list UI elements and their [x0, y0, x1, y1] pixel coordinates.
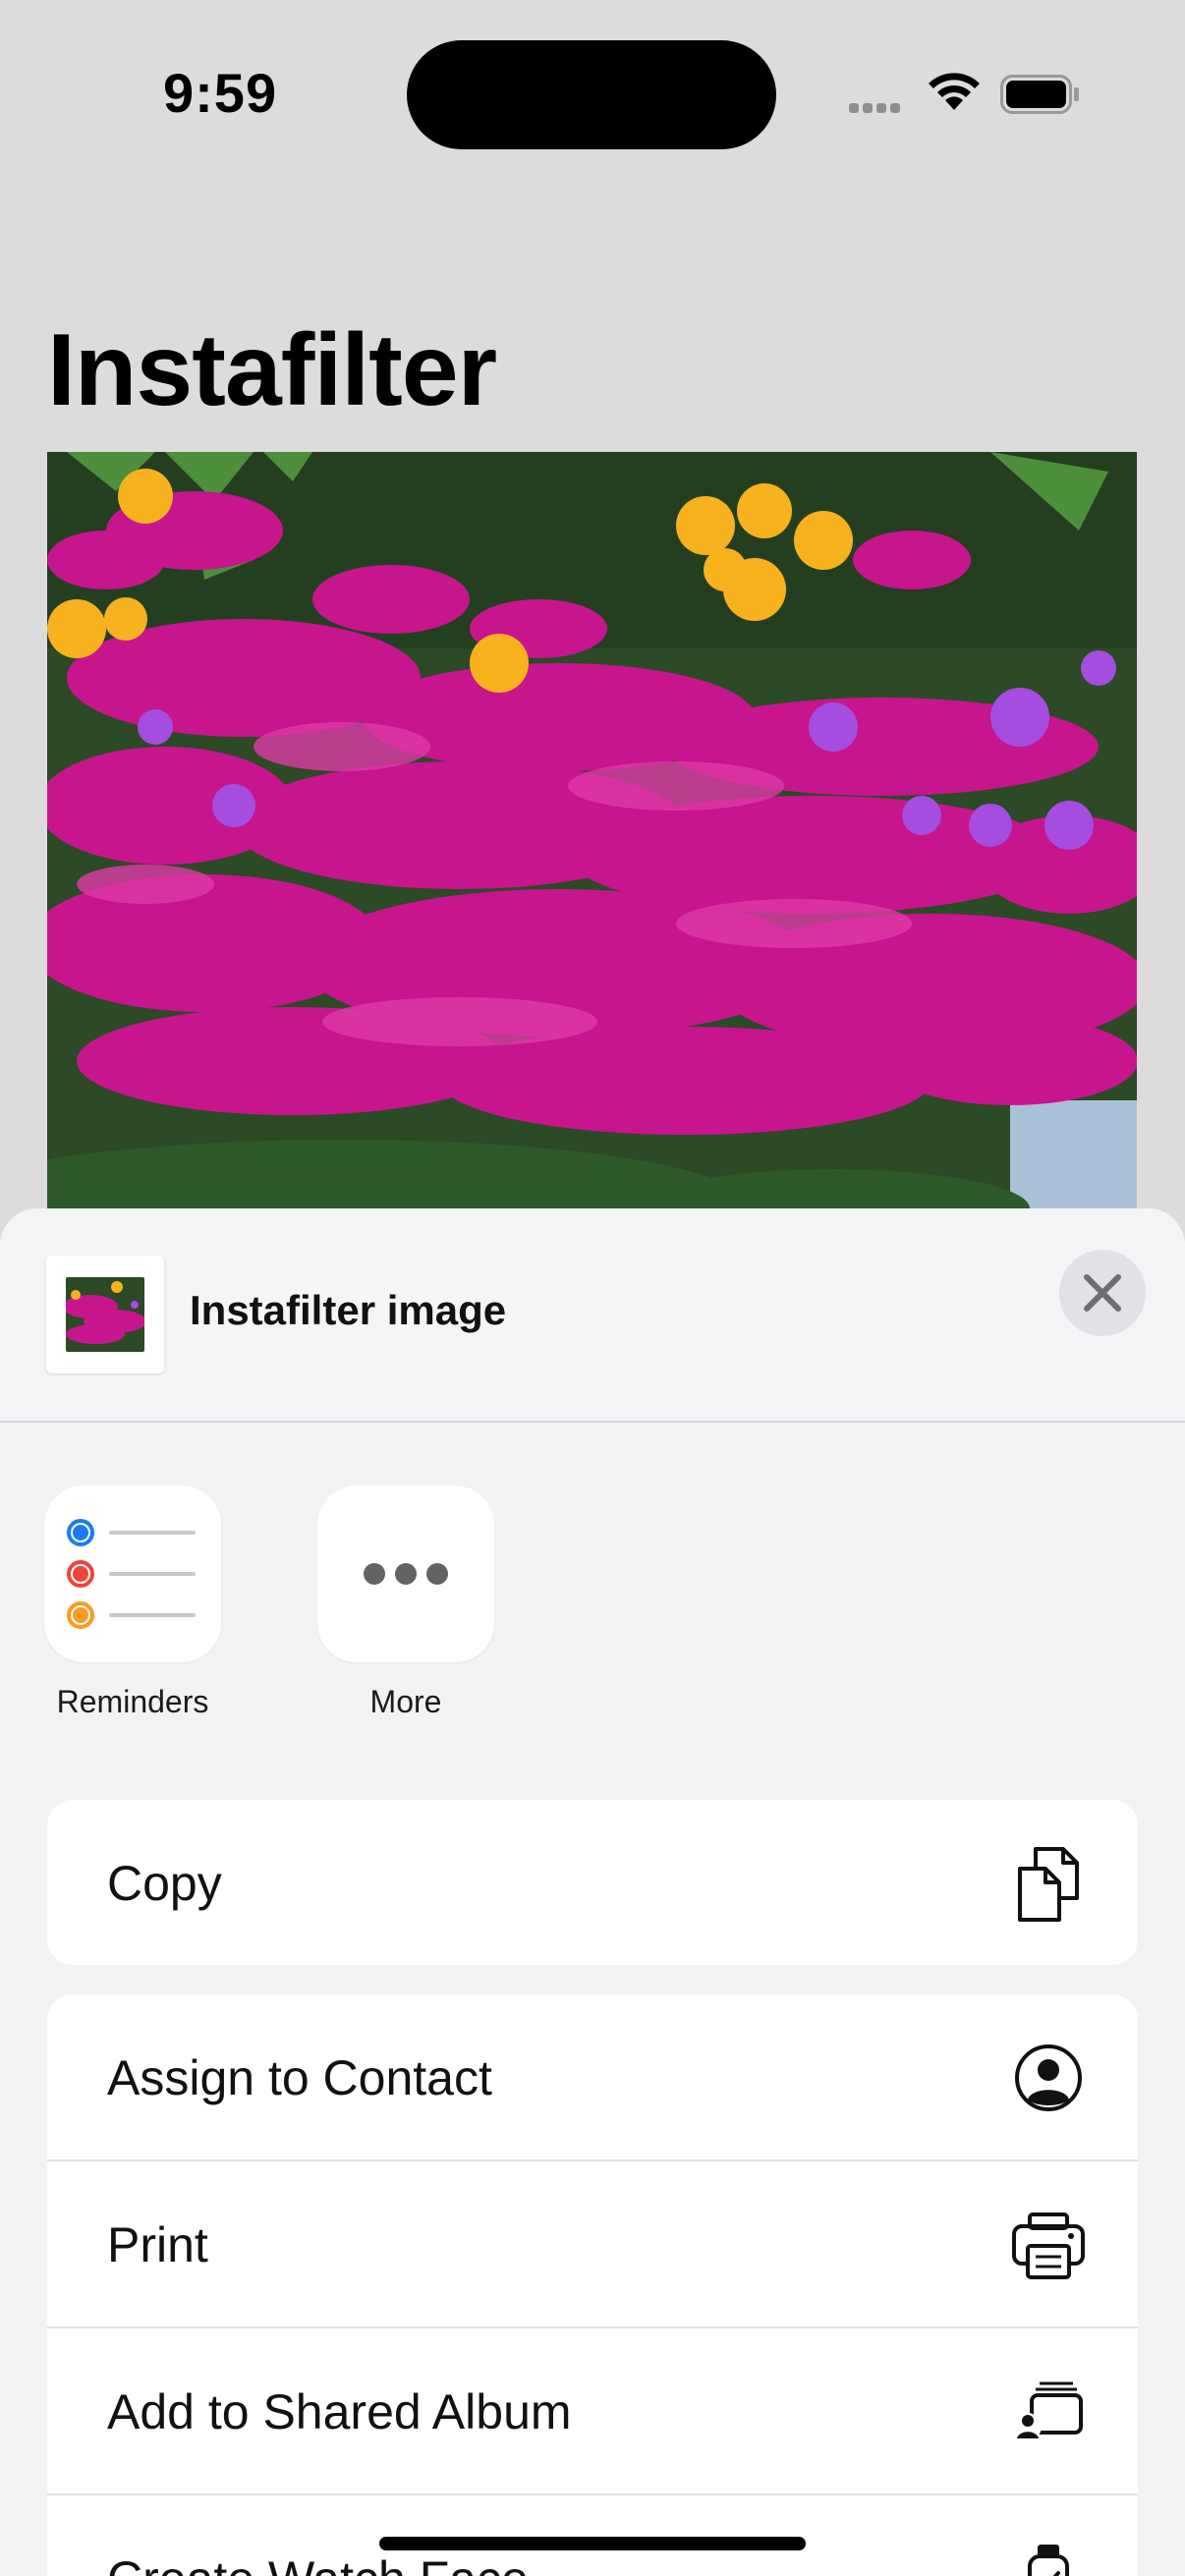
- action-add-to-shared-album[interactable]: Add to Shared Album: [47, 2328, 1138, 2495]
- contact-icon: [1015, 2044, 1082, 2111]
- share-thumbnail: [46, 1256, 164, 1373]
- status-bar: 9:59: [0, 0, 1185, 187]
- action-copy[interactable]: Copy: [47, 1800, 1138, 1965]
- action-label: Add to Shared Album: [107, 2384, 572, 2439]
- close-icon: [1084, 1274, 1121, 1312]
- app-label: Reminders: [56, 1684, 209, 1719]
- action-label: Assign to Contact: [107, 2050, 492, 2105]
- page-title: Instafilter: [47, 313, 497, 427]
- cellular-signal-icon: [849, 100, 910, 114]
- share-sheet: Instafilter image Reminders More Copy As…: [0, 1208, 1185, 2576]
- shared-album-icon: [1014, 2381, 1083, 2440]
- action-assign-to-contact[interactable]: Assign to Contact: [47, 1994, 1138, 2161]
- action-print[interactable]: Print: [47, 2161, 1138, 2328]
- flower-photo: [47, 452, 1137, 1238]
- printer-icon: [1012, 2212, 1085, 2279]
- copy-icon: [1018, 1847, 1079, 1922]
- action-label: Copy: [107, 1856, 222, 1911]
- reminders-icon: [44, 1485, 221, 1662]
- wifi-icon: [929, 73, 980, 110]
- dynamic-island: [407, 40, 776, 149]
- thumbnail-image: [66, 1277, 144, 1352]
- share-sheet-title: Instafilter image: [190, 1287, 507, 1333]
- battery-icon: [1000, 75, 1079, 114]
- action-group-main: Assign to Contact Print Add to Shared Al…: [47, 1994, 1138, 2576]
- app-label: More: [369, 1684, 442, 1719]
- app-more[interactable]: More: [317, 1485, 494, 1720]
- watch-icon: [1028, 2545, 1069, 2576]
- close-button[interactable]: [1059, 1250, 1146, 1336]
- action-create-watch-face[interactable]: Create Watch Face: [47, 2495, 1138, 2576]
- more-icon: [317, 1485, 494, 1662]
- app-reminders[interactable]: Reminders: [44, 1485, 221, 1720]
- share-sheet-header: Instafilter image: [0, 1208, 1185, 1423]
- filtered-image[interactable]: [47, 452, 1137, 1238]
- home-indicator[interactable]: [379, 2537, 806, 2550]
- action-label: Print: [107, 2217, 208, 2272]
- action-group-copy: Copy: [47, 1800, 1138, 1965]
- status-time: 9:59: [163, 62, 278, 124]
- action-label: Create Watch Face: [107, 2550, 529, 2576]
